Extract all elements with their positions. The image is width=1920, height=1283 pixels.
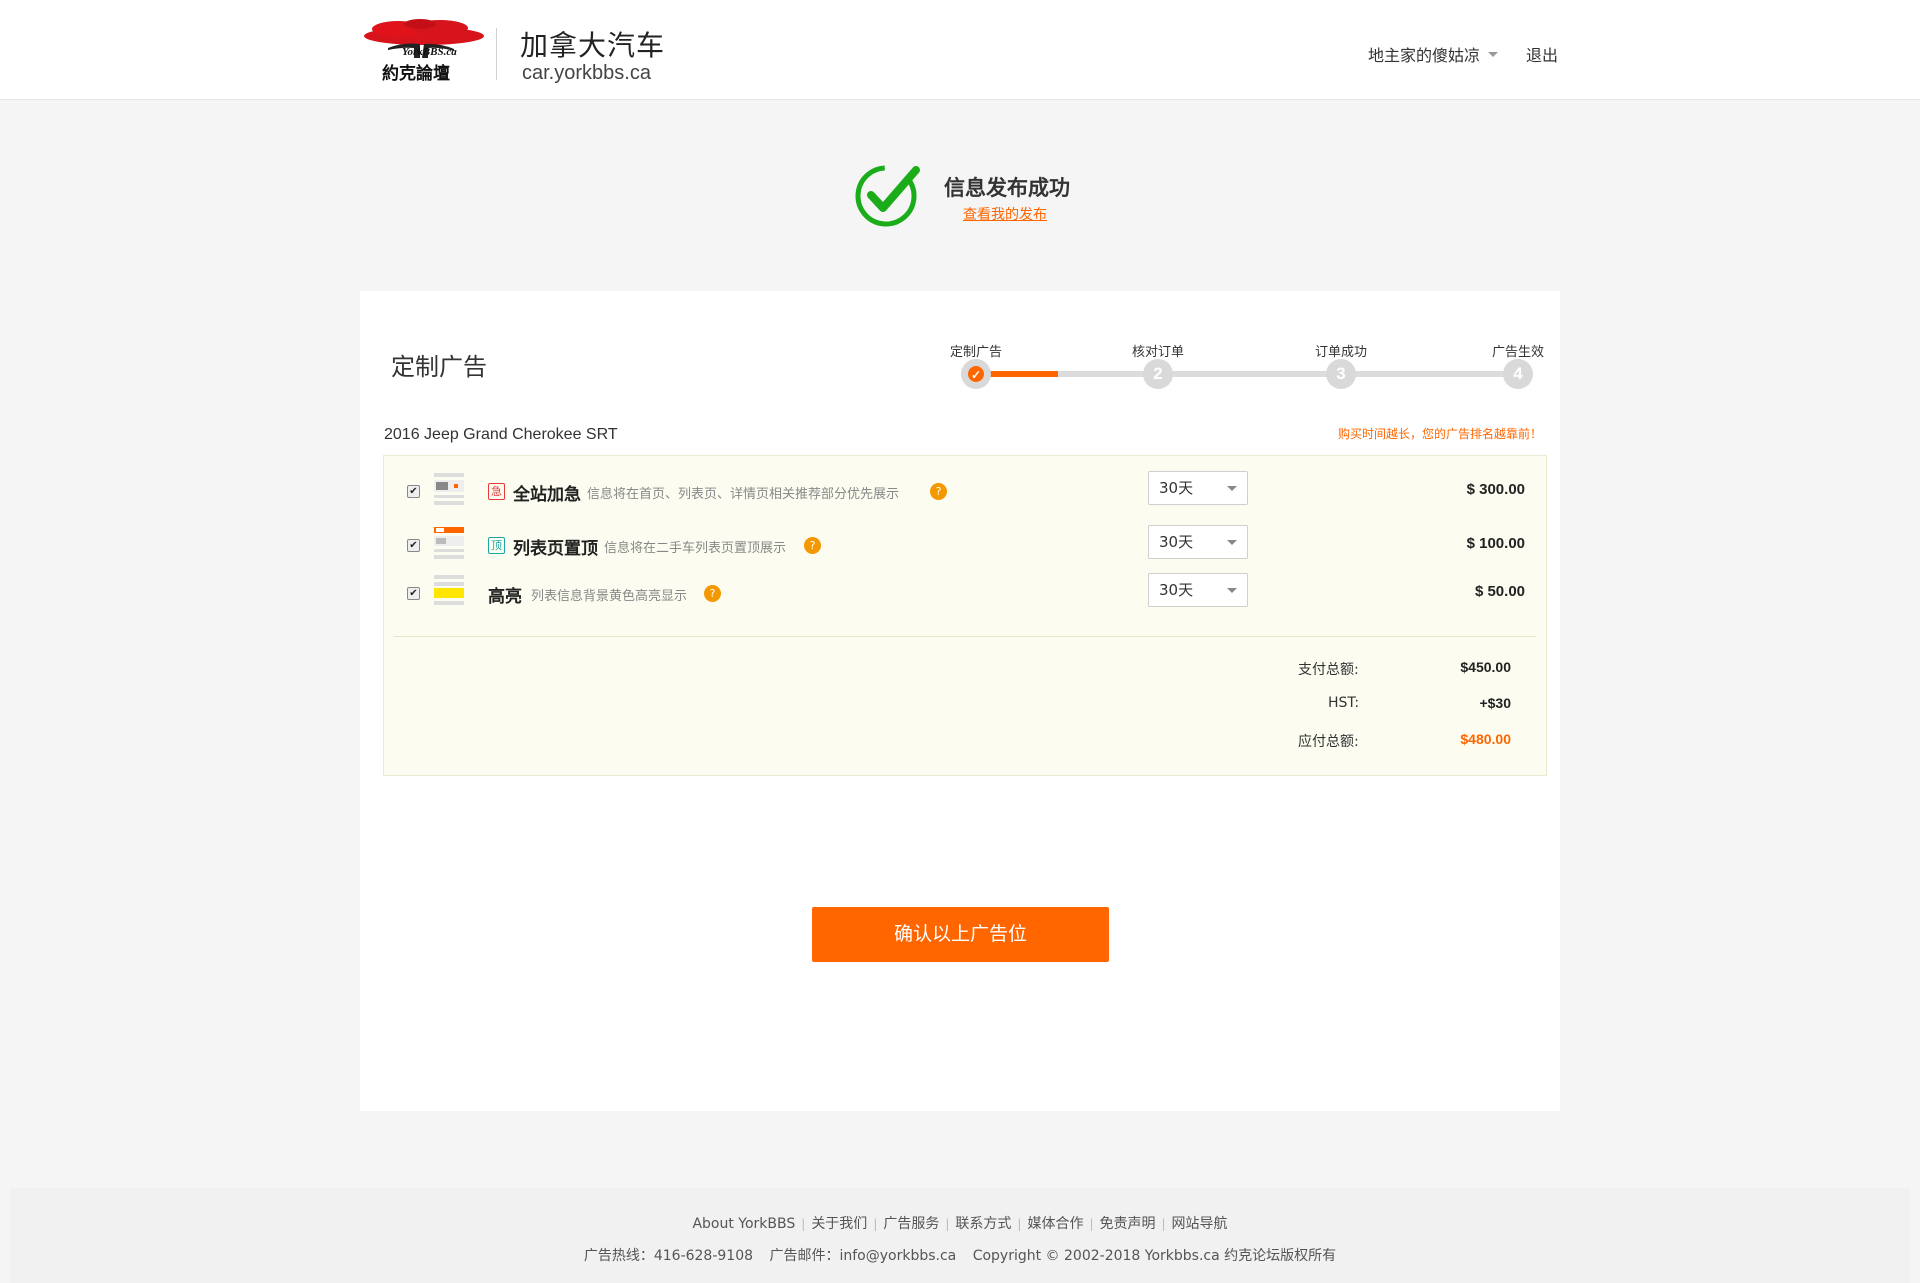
ranking-hint: 购买时间越长，您的广告排名越靠前！ xyxy=(1337,427,1542,441)
svg-text:YorkBBS.ca: YorkBBS.ca xyxy=(402,46,457,58)
tax-value: +$30 xyxy=(1479,695,1511,711)
top-badge-icon: 顶 xyxy=(488,537,505,554)
help-icon[interactable]: ? xyxy=(930,483,947,500)
top-preview-icon xyxy=(434,527,464,559)
ad-option-urgent: ✔ 急 全站加急 信息将在首页、列表页、详情页相关推荐部分优先展示 ? 30天 … xyxy=(384,471,1548,511)
step-1-label: 定制广告 xyxy=(949,345,1003,360)
yorkbbs-logo-icon: YorkBBS.ca 約克論壇 xyxy=(364,19,484,84)
step-4-label: 广告生效 xyxy=(1491,345,1545,360)
footer-info: 广告热线：416-628-9108 广告邮件：info@yorkbbs.ca C… xyxy=(10,1245,1910,1265)
ad-description: 信息将在首页、列表页、详情页相关推荐部分优先展示 xyxy=(587,487,900,502)
summary-divider xyxy=(394,636,1536,637)
separator: | xyxy=(873,1217,878,1231)
footer: About YorkBBS | 关于我们 | 广告服务 | 联系方式 | 媒体合作 | 免责声明 | 网… xyxy=(10,1188,1910,1283)
chevron-down-icon xyxy=(1227,486,1237,491)
step-2-marker: 2 xyxy=(1143,359,1173,389)
logo-divider xyxy=(496,28,497,80)
footer-link-about-us[interactable]: 关于我们 xyxy=(811,1216,867,1232)
ad-price: $ 300.00 xyxy=(1466,481,1525,498)
subtotal-value: $450.00 xyxy=(1460,659,1511,675)
ad-options-box: ✔ 急 全站加急 信息将在首页、列表页、详情页相关推荐部分优先展示 ? 30天 … xyxy=(383,455,1547,776)
separator: | xyxy=(1089,1217,1094,1231)
tax-label: HST: xyxy=(1328,695,1360,711)
ad-email: 广告邮件：info@yorkbbs.ca xyxy=(769,1248,957,1264)
total-value: $480.00 xyxy=(1460,731,1511,747)
subtotal-label: 支付总额: xyxy=(1298,662,1359,678)
confirm-ads-button[interactable]: 确认以上广告位 xyxy=(812,907,1109,962)
chevron-down-icon xyxy=(1227,588,1237,593)
ad-checkbox-top[interactable]: ✔ xyxy=(407,539,420,552)
site-domain: car.yorkbbs.ca xyxy=(522,62,651,84)
top-header: YorkBBS.ca 約克論壇 加拿大汽车 car.yorkbbs.ca 地主家… xyxy=(0,0,1920,100)
chevron-down-icon xyxy=(1227,540,1237,545)
logout-link[interactable]: 退出 xyxy=(1526,42,1558,66)
footer-link-disclaimer[interactable]: 免责声明 xyxy=(1100,1216,1156,1232)
user-name: 地主家的傻姑凉 xyxy=(1368,46,1481,65)
duration-select[interactable]: 30天 xyxy=(1148,573,1248,607)
view-my-posts-link[interactable]: 查看我的发布 xyxy=(963,204,1047,224)
duration-select[interactable]: 30天 xyxy=(1148,471,1248,505)
step-4-marker: 4 xyxy=(1503,359,1533,389)
ad-checkbox-urgent[interactable]: ✔ xyxy=(407,485,420,498)
ad-name: 列表页置顶 xyxy=(513,539,598,559)
footer-links: About YorkBBS | 关于我们 | 广告服务 | 联系方式 | 媒体合作 | 免责声明 | 网… xyxy=(10,1213,1910,1233)
urgent-badge-icon: 急 xyxy=(488,483,505,500)
site-title: 加拿大汽车 xyxy=(520,29,666,62)
chevron-down-icon xyxy=(1488,51,1499,57)
ad-hotline: 广告热线：416-628-9108 xyxy=(583,1248,754,1264)
duration-value: 30天 xyxy=(1159,581,1194,599)
help-icon[interactable]: ? xyxy=(704,585,721,602)
panel-title: 定制广告 xyxy=(391,353,487,381)
car-name: 2016 Jeep Grand Cherokee SRT xyxy=(384,426,618,443)
urgent-preview-icon xyxy=(434,473,464,505)
separator: | xyxy=(801,1217,806,1231)
step-2-label: 核对订单 xyxy=(1131,345,1185,360)
footer-link-sitemap[interactable]: 网站导航 xyxy=(1172,1216,1228,1232)
ad-option-highlight: ✔ 高亮 列表信息背景黄色高亮显示 ? 30天 $ 50.00 xyxy=(384,573,1548,613)
footer-link-contact[interactable]: 联系方式 xyxy=(955,1216,1011,1232)
step-3-marker: 3 xyxy=(1326,359,1356,389)
separator: | xyxy=(1161,1217,1166,1231)
ad-customize-panel: 定制广告 定制广告 ✓ 核对订单 2 订单成功 3 广告生效 4 2016 Je… xyxy=(360,291,1560,1111)
duration-select[interactable]: 30天 xyxy=(1148,525,1248,559)
step-1-marker: ✓ xyxy=(961,359,991,389)
ad-checkbox-highlight[interactable]: ✔ xyxy=(407,587,420,600)
help-icon[interactable]: ? xyxy=(804,537,821,554)
user-menu[interactable]: 地主家的傻姑凉 xyxy=(1368,42,1499,66)
ad-price: $ 50.00 xyxy=(1474,583,1525,600)
publish-success: 信息发布成功 查看我的发布 xyxy=(854,160,1114,232)
ad-name: 全站加急 xyxy=(513,485,581,505)
svg-text:約克論壇: 約克論壇 xyxy=(382,63,450,84)
total-label: 应付总额: xyxy=(1298,734,1359,750)
check-circle-icon xyxy=(855,165,920,227)
ad-description: 列表信息背景黄色高亮显示 xyxy=(531,589,688,604)
ad-description: 信息将在二手车列表页置顶展示 xyxy=(604,541,787,556)
footer-link-about[interactable]: About YorkBBS xyxy=(692,1216,795,1232)
success-title: 信息发布成功 xyxy=(944,176,1070,200)
ad-option-top: ✔ 顶 列表页置顶 信息将在二手车列表页置顶展示 ? 30天 $ 100.00 xyxy=(384,525,1548,565)
separator: | xyxy=(1017,1217,1022,1231)
progress-steps: 定制广告 ✓ 核对订单 2 订单成功 3 广告生效 4 xyxy=(946,341,1566,401)
copyright: Copyright © 2002-2018 Yorkbbs.ca 约克论坛版权所… xyxy=(972,1248,1337,1264)
check-icon: ✓ xyxy=(970,368,982,382)
ad-price: $ 100.00 xyxy=(1466,535,1525,552)
step-3-label: 订单成功 xyxy=(1314,345,1368,360)
highlight-preview-icon xyxy=(434,575,464,605)
footer-link-media[interactable]: 媒体合作 xyxy=(1027,1216,1083,1232)
duration-value: 30天 xyxy=(1159,479,1194,497)
footer-link-ad-service[interactable]: 广告服务 xyxy=(883,1216,939,1232)
ad-name: 高亮 xyxy=(488,587,522,607)
duration-value: 30天 xyxy=(1159,533,1194,551)
separator: | xyxy=(945,1217,950,1231)
